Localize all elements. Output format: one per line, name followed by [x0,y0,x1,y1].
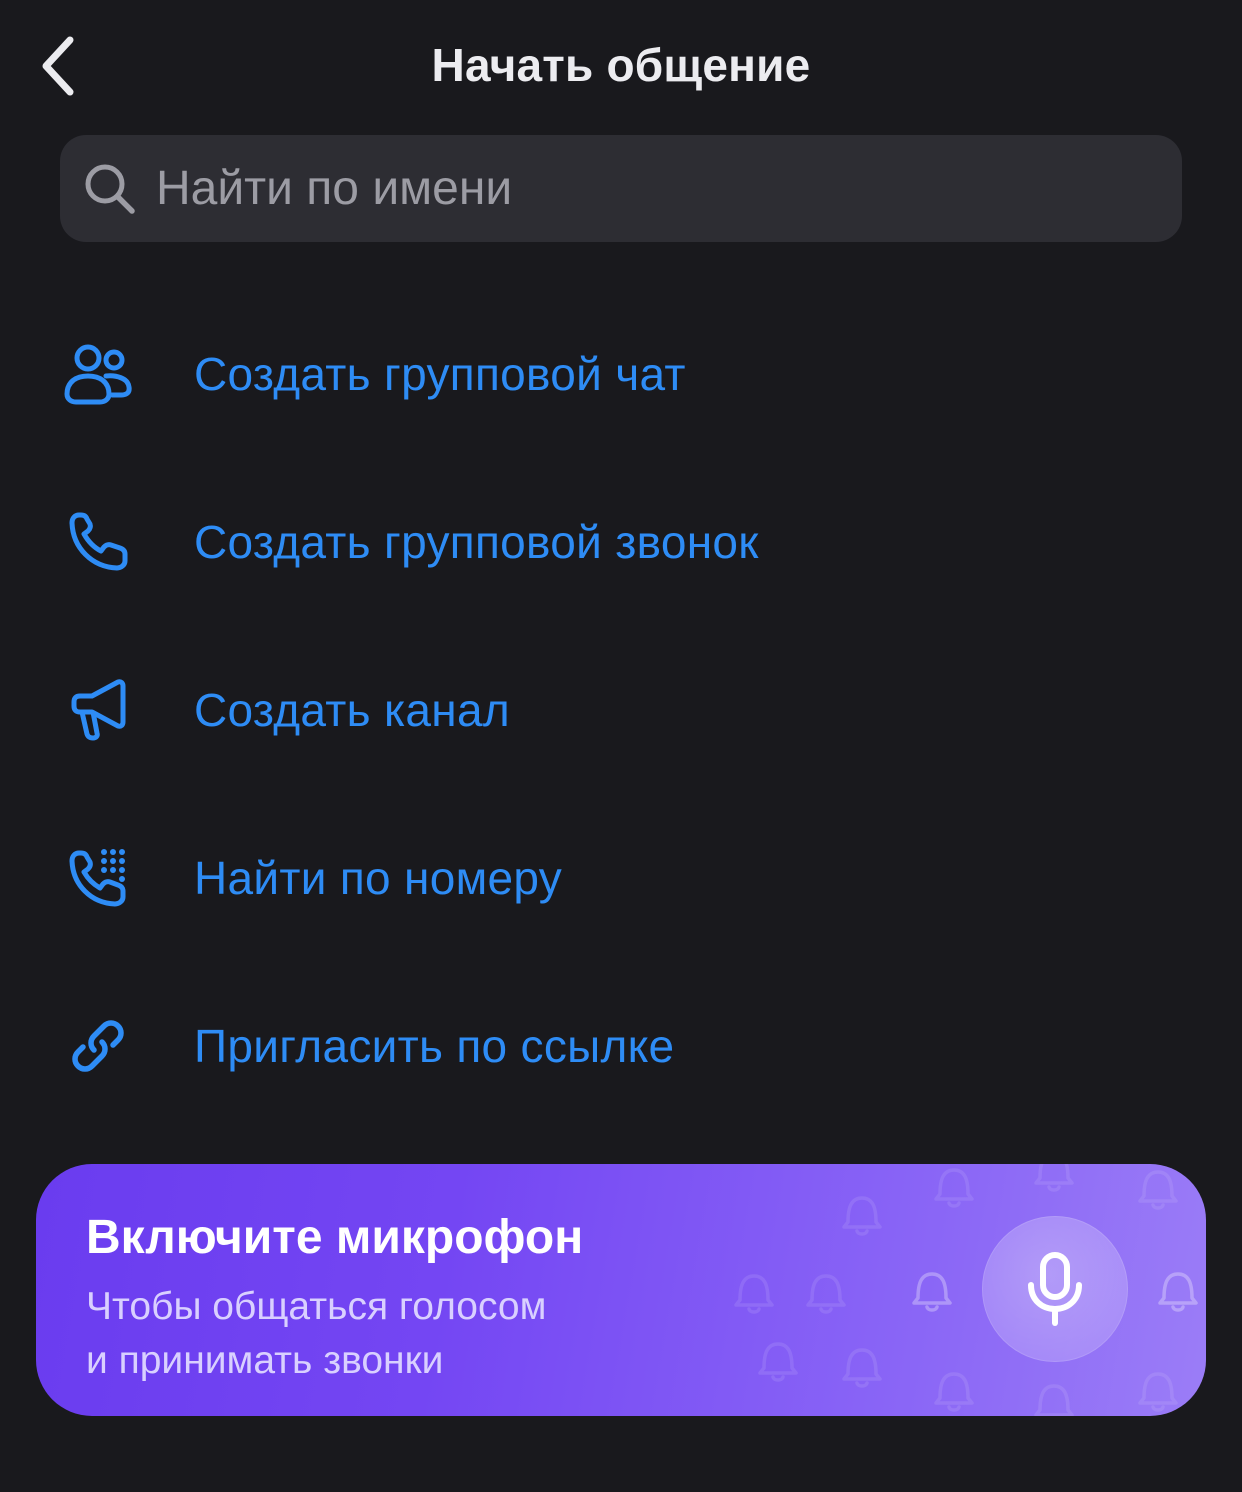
banner-subtitle-line: Чтобы общаться голосом [86,1285,547,1328]
dialpad-phone-icon [60,840,136,916]
menu-item-label: Создать канал [194,684,511,736]
banner-title: Включите микрофон [86,1211,584,1264]
menu-item-create-group-chat[interactable]: Создать групповой чат [0,314,1242,434]
microphone-icon [1028,1252,1082,1326]
menu-item-create-channel[interactable]: Создать канал [0,650,1242,770]
enable-microphone-button[interactable] [982,1216,1128,1362]
phone-icon [60,504,136,580]
search-bar[interactable] [60,135,1182,242]
search-icon [85,164,135,214]
menu-item-label: Создать групповой чат [194,348,686,400]
link-icon [60,1008,136,1084]
enable-microphone-banner[interactable]: Включите микрофон Чтобы общаться голосом… [36,1164,1206,1416]
group-icon [60,336,136,412]
banner-subtitle: Чтобы общаться голосом и принимать звонк… [86,1280,686,1388]
menu-item-label: Найти по номеру [194,852,563,904]
menu-item-label: Создать групповой звонок [194,516,759,568]
menu-item-create-group-call[interactable]: Создать групповой звонок [0,482,1242,602]
menu-item-label: Пригласить по ссылке [194,1020,675,1072]
menu-item-invite-by-link[interactable]: Пригласить по ссылке [0,986,1242,1106]
page-title: Начать общение [431,39,811,91]
start-conversation-screen: Начать общение Создать групповой чат Соз… [0,0,1242,1492]
banner-subtitle-line: и принимать звонки [86,1339,444,1382]
megaphone-icon [60,672,136,748]
header: Начать общение [0,0,1242,134]
search-input[interactable] [156,135,1116,242]
menu-item-find-by-number[interactable]: Найти по номеру [0,818,1242,938]
